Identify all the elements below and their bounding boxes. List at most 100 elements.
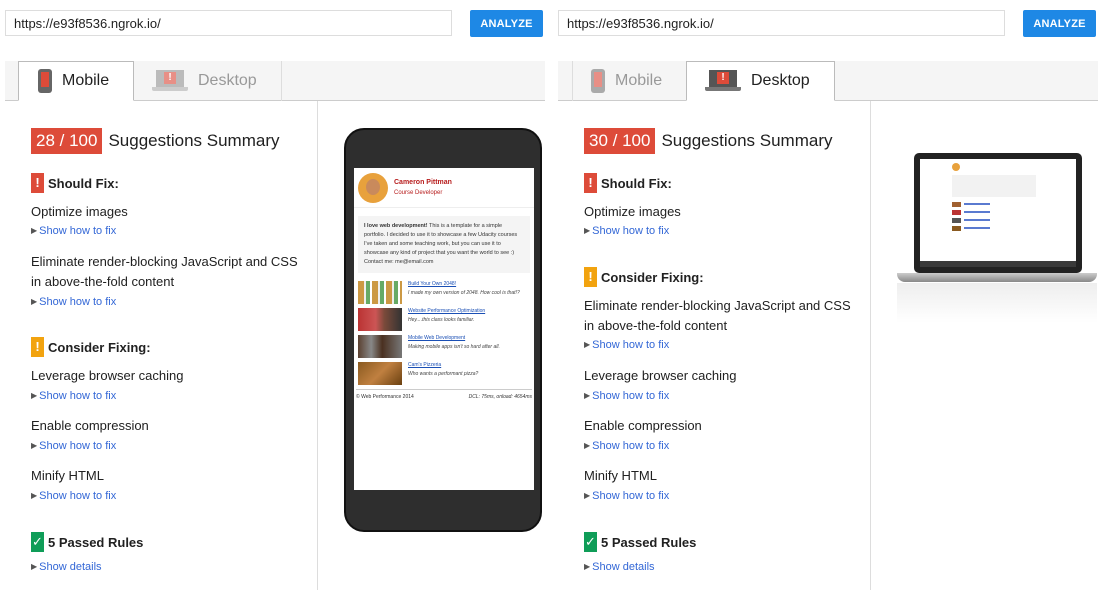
exclamation-icon: ! xyxy=(584,173,597,193)
thumbnail xyxy=(358,335,402,358)
suggestions-summary: 28 / 100 Suggestions Summary ! Should Fi… xyxy=(5,101,318,590)
laptop-icon xyxy=(705,70,741,92)
profile-role: Course Developer xyxy=(394,190,443,196)
rule-title: Eliminate render-blocking JavaScript and… xyxy=(31,254,298,289)
phone-icon xyxy=(591,69,605,93)
rule-title: Enable compression xyxy=(31,418,149,433)
summary-title: Suggestions Summary xyxy=(108,131,280,150)
consider-fixing-label: Consider Fixing: xyxy=(48,339,151,355)
consider-fixing-label: Consider Fixing: xyxy=(601,269,704,285)
mobile-results-panel: ANALYZE Mobile Desktop 28 / 100 Suggesti… xyxy=(5,0,545,590)
passed-rules-label: 5 Passed Rules xyxy=(601,534,697,550)
score-row: 28 / 100 Suggestions Summary xyxy=(31,128,279,154)
bio-box: I love web development! This is a templa… xyxy=(358,216,530,273)
list-item: Website Performance Optimization Hey....t… xyxy=(358,308,530,331)
passed-rules-heading: ✓ 5 Passed Rules xyxy=(31,532,143,552)
avatar xyxy=(952,163,960,171)
avatar xyxy=(358,172,388,203)
phone-mockup: Cameron Pittman Course Developer I love … xyxy=(344,128,542,532)
rule-title: Minify HTML xyxy=(31,468,104,483)
desktop-preview xyxy=(872,101,1098,590)
score-row: 30 / 100 Suggestions Summary xyxy=(584,128,832,154)
tab-desktop[interactable]: Desktop xyxy=(686,61,835,101)
thumbnail xyxy=(358,308,402,331)
profile-name: Cameron Pittman xyxy=(394,179,452,186)
show-details-link[interactable]: ▶ Show details xyxy=(31,561,102,573)
url-input[interactable] xyxy=(558,10,1005,36)
phone-screen: Cameron Pittman Course Developer I love … xyxy=(354,168,534,490)
passed-rules-heading: ✓ 5 Passed Rules xyxy=(584,532,696,552)
laptop-screen xyxy=(920,159,1076,267)
laptop-mockup xyxy=(897,148,1097,323)
score-badge: 30 / 100 xyxy=(584,128,656,154)
triangle-right-icon: ▶ xyxy=(584,491,591,500)
rule-title: Leverage browser caching xyxy=(31,368,184,383)
mobile-preview: Cameron Pittman Course Developer I love … xyxy=(319,101,545,590)
device-tabs: Mobile Desktop xyxy=(558,61,1098,101)
list-item: Build Your Own 2048! I made my own versio… xyxy=(358,281,530,304)
show-how-to-fix-link[interactable]: ▶ Show how to fix xyxy=(584,440,669,452)
analyze-button[interactable]: ANALYZE xyxy=(1023,10,1096,37)
checkmark-icon: ✓ xyxy=(31,532,44,552)
show-details-link[interactable]: ▶ Show details xyxy=(584,561,655,573)
exclamation-icon: ! xyxy=(31,173,44,193)
url-input[interactable] xyxy=(5,10,452,36)
summary-title: Suggestions Summary xyxy=(661,131,833,150)
laptop-icon xyxy=(152,70,188,92)
triangle-right-icon: ▶ xyxy=(31,562,38,571)
show-how-to-fix-link[interactable]: ▶ Show how to fix xyxy=(31,490,116,502)
should-fix-heading: ! Should Fix: xyxy=(584,173,672,193)
thumbnail xyxy=(358,281,402,304)
exclamation-icon: ! xyxy=(31,337,44,357)
should-fix-label: Should Fix: xyxy=(601,175,672,191)
triangle-right-icon: ▶ xyxy=(31,297,38,306)
checkmark-icon: ✓ xyxy=(584,532,597,552)
list-item: Cam's Pizzeria Who wants a performant piz… xyxy=(358,362,530,385)
should-fix-label: Should Fix: xyxy=(48,175,119,191)
tab-mobile[interactable]: Mobile xyxy=(572,61,686,101)
triangle-right-icon: ▶ xyxy=(584,391,591,400)
triangle-right-icon: ▶ xyxy=(584,562,591,571)
tab-mobile[interactable]: Mobile xyxy=(18,61,134,101)
rule-title: Optimize images xyxy=(584,204,681,219)
consider-fixing-heading: ! Consider Fixing: xyxy=(584,267,704,287)
rule-title: Enable compression xyxy=(584,418,702,433)
preview-footer: © Web Performance 2014 DCL: 75ms, onload… xyxy=(356,389,532,400)
analyze-button[interactable]: ANALYZE xyxy=(470,10,543,37)
should-fix-heading: ! Should Fix: xyxy=(31,173,119,193)
rule-title: Eliminate render-blocking JavaScript and… xyxy=(584,298,851,333)
show-how-to-fix-link[interactable]: ▶ Show how to fix xyxy=(584,490,669,502)
triangle-right-icon: ▶ xyxy=(31,441,38,450)
rule-title: Leverage browser caching xyxy=(584,368,737,383)
tab-desktop-label: Desktop xyxy=(751,72,810,89)
show-how-to-fix-link[interactable]: ▶ Show how to fix xyxy=(31,296,116,308)
rule-title: Minify HTML xyxy=(584,468,657,483)
rule-title: Optimize images xyxy=(31,204,128,219)
passed-rules-label: 5 Passed Rules xyxy=(48,534,144,550)
triangle-right-icon: ▶ xyxy=(584,441,591,450)
triangle-right-icon: ▶ xyxy=(584,340,591,349)
triangle-right-icon: ▶ xyxy=(584,226,591,235)
show-how-to-fix-link[interactable]: ▶ Show how to fix xyxy=(31,390,116,402)
exclamation-icon: ! xyxy=(584,267,597,287)
thumbnail xyxy=(358,362,402,385)
show-how-to-fix-link[interactable]: ▶ Show how to fix xyxy=(584,390,669,402)
suggestions-summary: 30 / 100 Suggestions Summary ! Should Fi… xyxy=(558,101,871,590)
show-how-to-fix-link[interactable]: ▶ Show how to fix xyxy=(584,339,669,351)
list-item: Mobile Web Development Making mobile apps… xyxy=(358,335,530,358)
triangle-right-icon: ▶ xyxy=(31,391,38,400)
project-list: Build Your Own 2048! I made my own versio… xyxy=(358,281,530,385)
tab-mobile-label: Mobile xyxy=(615,72,663,89)
phone-icon xyxy=(38,69,52,93)
show-how-to-fix-link[interactable]: ▶ Show how to fix xyxy=(584,225,669,237)
desktop-results-panel: ANALYZE Mobile Desktop 30 / 100 Suggesti… xyxy=(558,0,1098,590)
show-how-to-fix-link[interactable]: ▶ Show how to fix xyxy=(31,440,116,452)
tab-mobile-label: Mobile xyxy=(62,72,110,89)
triangle-right-icon: ▶ xyxy=(31,491,38,500)
score-badge: 28 / 100 xyxy=(31,128,103,154)
tab-desktop[interactable]: Desktop xyxy=(134,61,282,101)
show-how-to-fix-link[interactable]: ▶ Show how to fix xyxy=(31,225,116,237)
triangle-right-icon: ▶ xyxy=(31,226,38,235)
device-tabs: Mobile Desktop xyxy=(5,61,545,101)
consider-fixing-heading: ! Consider Fixing: xyxy=(31,337,151,357)
